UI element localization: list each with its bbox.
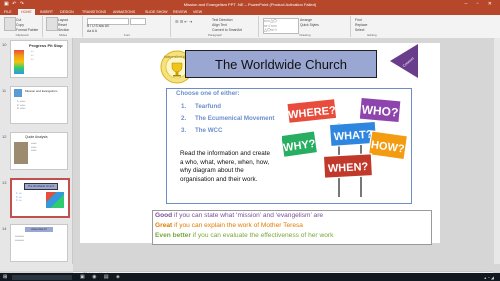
window-title: Mission and Evangelism PPT .NE – PowerPo… <box>183 1 317 7</box>
drawing-group: ▭○△⬠ ⇨☆▭○ △⬠⇨☆ Arrange Quick Styles Drawin… <box>260 16 351 37</box>
thumb-ladder-image <box>14 50 24 74</box>
options-list: 1. Tearfund 2. The Ecumenical Movement 3. T… <box>181 101 274 137</box>
thumb-title: The Worldwide Church <box>24 183 58 190</box>
slide-thumbnail-11[interactable]: Mission and Evangelism 1. ▪▪▪▪▪▪ 2. ▪▪▪▪▪… <box>10 86 68 124</box>
trophy-icon <box>171 62 183 73</box>
thumb-image <box>14 89 22 97</box>
slide-thumbnail-12[interactable]: Quote Analysis ▪▪▪▪▪▪ ▪▪▪▪▪▪ ▪▪▪▪▪▪ <box>10 132 68 170</box>
editing-group-label: Editing <box>367 33 377 37</box>
status-bar <box>0 264 73 271</box>
taskbar-app-icons[interactable]: ▣ ◉ ▤ ◈ <box>80 274 123 280</box>
thumb-signs-image <box>46 192 64 208</box>
slide-title-text: The Worldwide Church <box>215 56 347 72</box>
tab-slide-show[interactable]: SLIDE SHOW <box>145 10 168 14</box>
thumb-number: 12 <box>2 134 7 139</box>
quick-styles-button[interactable]: Quick Styles <box>300 23 319 28</box>
instructions-text: Read the information and create a who, w… <box>180 150 270 183</box>
slide-title[interactable]: The Worldwide Church <box>185 50 377 78</box>
option-item: 3. The WCC <box>181 127 223 134</box>
ribbon: Cut Copy Format Painter Clipboard Layout… <box>0 15 500 39</box>
criteria-great: Great if you can explain the work of Mot… <box>155 222 303 229</box>
thumb-number: 13 <box>2 180 7 185</box>
slides-group-label: Slides <box>58 33 68 37</box>
criteria-good: Good if you can state what ‘mission’ and… <box>155 212 324 219</box>
tab-transitions[interactable]: TRANSITIONS <box>82 10 106 14</box>
windows-taskbar: ⊞ ▣ ◉ ▤ ◈ ▴ ◔ ◢ <box>0 273 500 281</box>
list-icons[interactable]: ☰ ☰ ⇤ ⇥ <box>175 19 192 24</box>
drawing-group-label: Drawing <box>299 33 311 37</box>
system-tray[interactable]: ▴ ◔ ◢ <box>484 275 494 280</box>
tab-animations[interactable]: ANIMATIONS <box>113 10 135 14</box>
ribbon-tabs: FILE HOME INSERT DESIGN TRANSITIONS ANIM… <box>0 8 500 15</box>
title-bar: ▣ ↶ ↷ Mission and Evangelism PPT .NE – P… <box>0 0 500 8</box>
thumb-title: Quote Analysis <box>25 135 48 139</box>
window-controls[interactable]: – ▫ ✕ <box>464 1 496 7</box>
font-group-label: Font <box>123 33 130 37</box>
connect-corner-tab: Connect <box>390 44 418 78</box>
slide-thumbnail-14[interactable]: Advertise It! ▪▪▪▪▪▪▪▪▪▪ ▪▪▪▪▪▪▪▪▪▪ <box>10 224 68 262</box>
thumb-image <box>14 142 28 164</box>
criteria-even-better: Even better if you can evaluate the effe… <box>155 232 334 239</box>
option-item: 2. The Ecumenical Movement <box>181 115 275 122</box>
windows-start-icon[interactable]: ⊞ <box>3 274 7 280</box>
question-signs-image: WHERE? WHO? WHAT? WHY? HOW? WHEN? <box>282 96 408 197</box>
new-slide-icon[interactable] <box>46 17 58 31</box>
shapes-gallery[interactable]: ▭○△⬠ ⇨☆▭○ △⬠⇨☆ <box>263 18 299 34</box>
clipboard-group: Cut Copy Format Painter Clipboard <box>2 16 43 37</box>
thumb-title: Progress Pit Stop <box>29 43 63 48</box>
tab-file[interactable]: FILE <box>4 10 12 14</box>
tab-review[interactable]: REVIEW <box>173 10 187 14</box>
font-size-box[interactable] <box>130 18 146 25</box>
sign-when: WHEN? <box>328 161 369 175</box>
font-group: B I U S abc AV Aa A A Font <box>84 16 171 37</box>
thumb-number: 10 <box>2 42 7 47</box>
slides-group: Layout Reset Section Slides <box>44 16 83 37</box>
thumb-number: 14 <box>2 226 7 231</box>
thumb-title: Advertise It! <box>25 227 53 232</box>
tab-design[interactable]: DESIGN <box>60 10 74 14</box>
slide-thumbnail-13[interactable]: The Worldwide Church 1. ▪▪▪ 2. ▪▪▪ 3. ▪▪▪ <box>10 178 70 218</box>
option-item: 1. Tearfund <box>181 103 222 110</box>
thumb-title: Mission and Evangelism <box>25 89 58 93</box>
paste-icon[interactable] <box>4 17 16 31</box>
slide-thumbnail-pane[interactable]: 10 Progress Pit Stop ▪ ▪ ▪ ▪ ▪ ▪ 11 Missio… <box>0 38 73 271</box>
slide-thumbnail-10[interactable]: Progress Pit Stop ▪ ▪ ▪ ▪ ▪ ▪ <box>10 40 68 78</box>
editing-group: Find Replace Select Editing <box>352 16 392 37</box>
thumb-number: 11 <box>2 88 7 93</box>
choose-heading: Choose one of either: <box>176 90 240 97</box>
tab-insert[interactable]: INSERT <box>40 10 53 14</box>
vertical-scrollbar[interactable] <box>494 38 500 264</box>
paragraph-group: Text Direction Align Text Convert to Sma… <box>172 16 259 37</box>
clipboard-group-label: Clipboard <box>15 33 29 37</box>
tab-view[interactable]: VIEW <box>193 10 202 14</box>
taskbar-search-box[interactable] <box>12 274 72 280</box>
paragraph-group-label: Paragraph <box>207 33 222 37</box>
